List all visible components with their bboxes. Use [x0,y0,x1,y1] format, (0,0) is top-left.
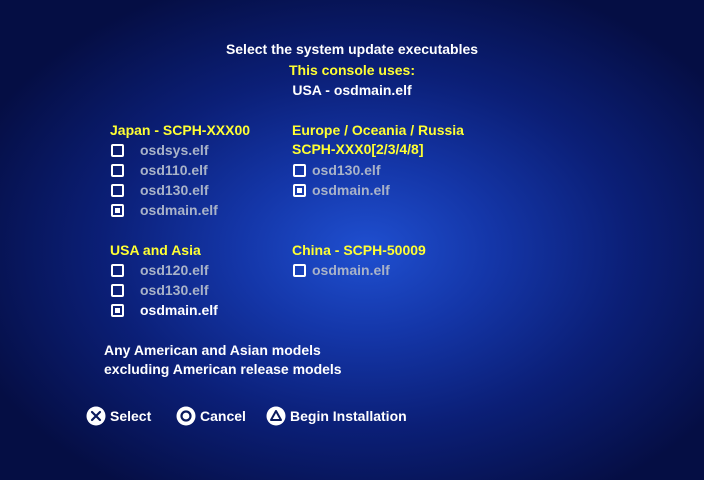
option-usa-osd130[interactable]: osd130.elf [111,280,208,300]
option-usa-osd120[interactable]: osd120.elf [111,260,208,280]
console-value: USA - osdmain.elf [292,82,412,98]
option-label: osd130.elf [312,162,381,178]
group-heading-japan: Japan - SCPH-XXX00 [110,122,251,138]
begin-installation-label: Begin Installation [290,408,407,424]
triangle-icon [266,406,286,426]
group-heading-usa-asia: USA and Asia [110,242,201,258]
option-europe-osdmain[interactable]: osdmain.elf [293,180,390,200]
option-label: osd130.elf [140,282,209,298]
cancel-button[interactable]: Cancel [176,406,246,426]
checkbox-checked-icon[interactable] [111,303,124,317]
option-label: osdsys.elf [140,142,209,158]
option-label: osd120.elf [140,262,209,278]
checkbox-checked-icon[interactable] [111,203,124,217]
begin-installation-button[interactable]: Begin Installation [266,406,407,426]
select-button[interactable]: Select [86,406,151,426]
group-subheading-europe: SCPH-XXX0[2/3/4/8] [292,141,424,157]
group-heading-europe: Europe / Oceania / Russia [292,122,464,138]
checkbox-checked-icon[interactable] [293,183,306,197]
description-line-1: Any American and Asian models [104,342,321,358]
checkbox-icon[interactable] [111,143,124,157]
description-line-2: excluding American release models [104,361,342,377]
option-japan-osd130[interactable]: osd130.elf [111,180,208,200]
option-europe-osd130[interactable]: osd130.elf [293,160,380,180]
checkbox-icon[interactable] [111,183,124,197]
select-label: Select [110,408,152,424]
option-usa-osdmain[interactable]: osdmain.elf [111,300,218,320]
option-japan-osdsys[interactable]: osdsys.elf [111,140,208,160]
option-label: osdmain.elf [312,182,390,198]
cross-icon [86,406,106,426]
circle-icon [176,406,196,426]
option-label: osd130.elf [140,182,209,198]
group-heading-china: China - SCPH-50009 [292,242,426,258]
checkbox-icon[interactable] [111,163,124,177]
option-japan-osdmain[interactable]: osdmain.elf [111,200,218,220]
checkbox-icon[interactable] [293,263,306,277]
option-label: osdmain.elf [312,262,390,278]
checkbox-icon[interactable] [111,263,124,277]
checkbox-icon[interactable] [293,163,306,177]
option-label: osd110.elf [140,162,208,178]
option-china-osdmain[interactable]: osdmain.elf [293,260,390,280]
page-title: Select the system update executables [225,41,479,57]
checkbox-icon[interactable] [111,283,124,297]
option-japan-osd110[interactable]: osd110.elf [111,160,208,180]
cancel-label: Cancel [200,408,246,424]
console-label: This console uses: [288,62,416,78]
option-label: osdmain.elf [140,202,218,218]
option-label-selected: osdmain.elf [140,302,218,318]
